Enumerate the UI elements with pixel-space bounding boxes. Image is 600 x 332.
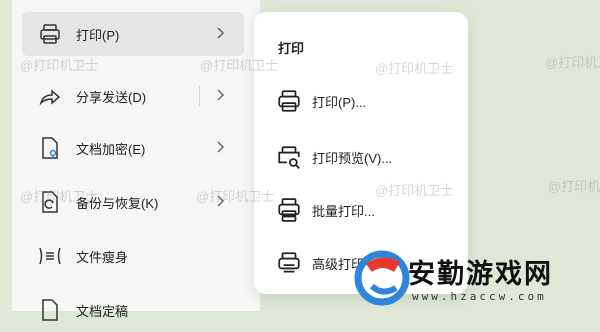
menu-item-label: 文档加密(E) — [76, 141, 146, 157]
printer-icon — [276, 88, 302, 114]
logo-name: 安勤游戏网 — [408, 259, 553, 290]
watermark: @打印机卫士 — [548, 179, 600, 194]
submenu-item-batch-print[interactable]: 批量打印... — [276, 195, 456, 225]
site-logo: 安勤游戏网 www.hzaccw.com — [352, 244, 600, 311]
share-icon — [38, 84, 62, 108]
watermark: @打印机卫士 — [375, 61, 454, 76]
submenu-item-label: 打印预览(V)... — [312, 150, 393, 166]
printer-icon — [38, 22, 62, 46]
print-preview-icon — [276, 144, 302, 170]
file-menu: 打印(P) 分享发送(D) 文档加密(E) 备份与恢复(K) 文件瘦身 文档定稿 — [12, 0, 260, 321]
watermark: @打印机卫士 — [200, 58, 279, 73]
submenu-item-print[interactable]: 打印(P)... — [276, 86, 456, 116]
watermark: @打印机卫士 — [196, 189, 275, 204]
advanced-print-icon — [276, 250, 302, 276]
divider — [199, 86, 200, 106]
watermark: @打印机卫士 — [375, 183, 454, 198]
menu-item-finalize[interactable]: 文档定稿 — [22, 288, 244, 332]
submenu-item-print-preview[interactable]: 打印预览(V)... — [276, 142, 456, 172]
watermark: @打印机卫士 — [20, 58, 99, 73]
menu-item-label: 文档定稿 — [76, 303, 129, 319]
watermark: @打印机卫士 — [545, 55, 600, 70]
submenu-title: 打印 — [278, 41, 305, 56]
menu-item-encrypt[interactable]: 文档加密(E) — [22, 126, 244, 170]
compress-icon — [38, 244, 62, 268]
chevron-right-icon — [217, 141, 225, 153]
chevron-right-icon — [217, 27, 225, 39]
submenu-item-label: 批量打印... — [312, 203, 375, 219]
watermark: @打印机卫士 — [20, 189, 99, 204]
logo-url: www.hzaccw.com — [412, 290, 547, 303]
menu-item-share[interactable]: 分享发送(D) — [22, 74, 244, 118]
menu-item-label: 分享发送(D) — [76, 89, 147, 105]
submenu-item-label: 打印(P)... — [312, 94, 367, 110]
menu-item-label: 打印(P) — [76, 27, 120, 43]
menu-item-print[interactable]: 打印(P) — [22, 12, 244, 56]
chevron-right-icon[interactable] — [212, 87, 228, 103]
menu-item-label: 文件瘦身 — [76, 249, 129, 265]
batch-print-icon — [276, 197, 302, 223]
document-icon — [38, 298, 62, 322]
logo-mark-icon — [354, 250, 410, 306]
menu-item-slim[interactable]: 文件瘦身 — [22, 234, 244, 278]
document-lock-icon — [38, 136, 62, 160]
